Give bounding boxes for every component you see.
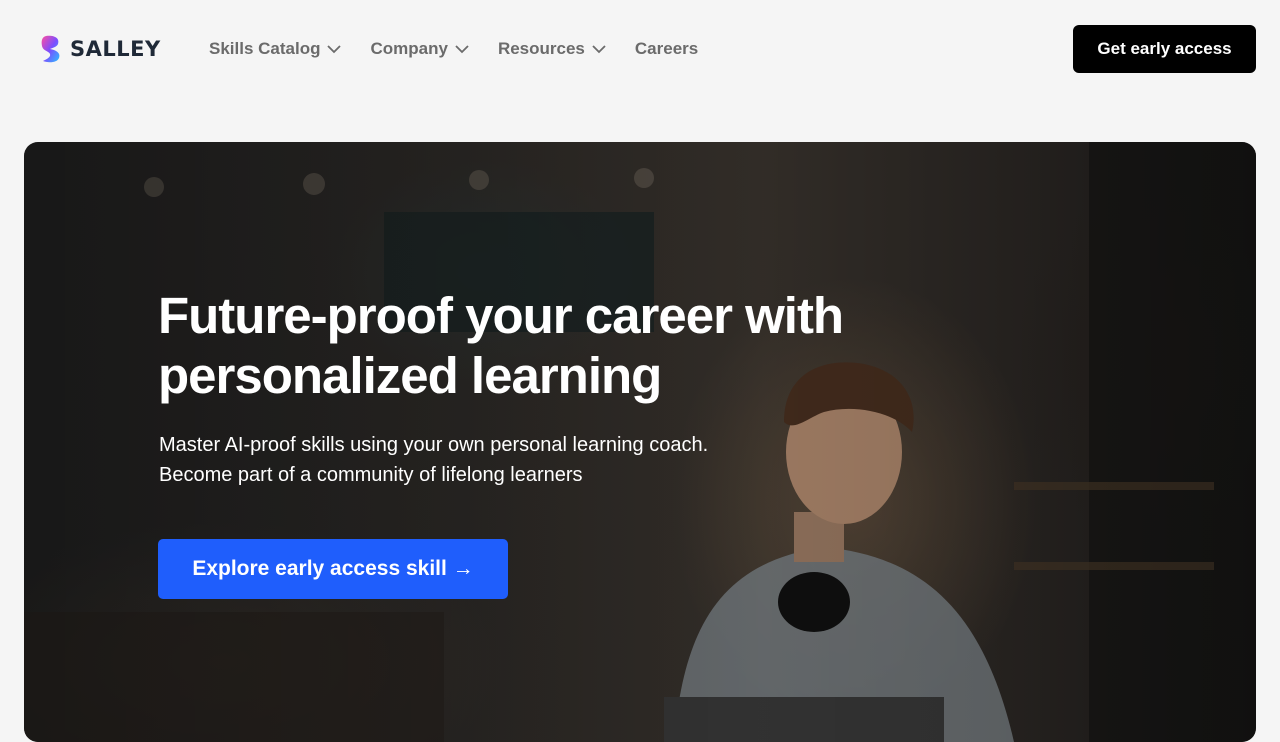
nav-item-company[interactable]: Company [370, 39, 469, 59]
hero-section: Future-proof your career with personaliz… [24, 142, 1256, 742]
hero-subtitle-line: Become part of a community of lifelong l… [159, 464, 583, 486]
nav-item-label: Skills Catalog [209, 39, 321, 58]
hero-subtitle-line: Master AI-proof skills using your own pe… [159, 434, 709, 456]
hero-title: Future-proof your career with personaliz… [158, 287, 844, 404]
salley-logo-icon [41, 35, 60, 63]
chevron-down-icon [327, 45, 342, 54]
nav-item-label: Careers [634, 39, 699, 58]
hero-subtitle: Master AI-proof skills using your own pe… [159, 430, 799, 490]
nav-item-skills-catalog[interactable]: Skills Catalog [209, 39, 342, 59]
chevron-down-icon [592, 45, 606, 54]
nav-item-resources[interactable]: Resources [498, 39, 607, 59]
main-nav: Skills Catalog Company Resources Careers [209, 36, 726, 62]
top-navigation: SALLEY Skills Catalog Company Resources … [0, 0, 1280, 98]
nav-item-careers[interactable]: Careers [635, 39, 698, 59]
explore-early-access-skill-button[interactable]: Explore early access skill → [158, 539, 508, 599]
chevron-down-icon [455, 45, 469, 54]
brand-logo[interactable]: SALLEY [40, 34, 161, 64]
brand-name: SALLEY [70, 37, 161, 61]
nav-item-label: Company [370, 39, 448, 58]
get-early-access-button[interactable]: Get early access [1073, 25, 1256, 73]
nav-item-label: Resources [497, 39, 585, 58]
